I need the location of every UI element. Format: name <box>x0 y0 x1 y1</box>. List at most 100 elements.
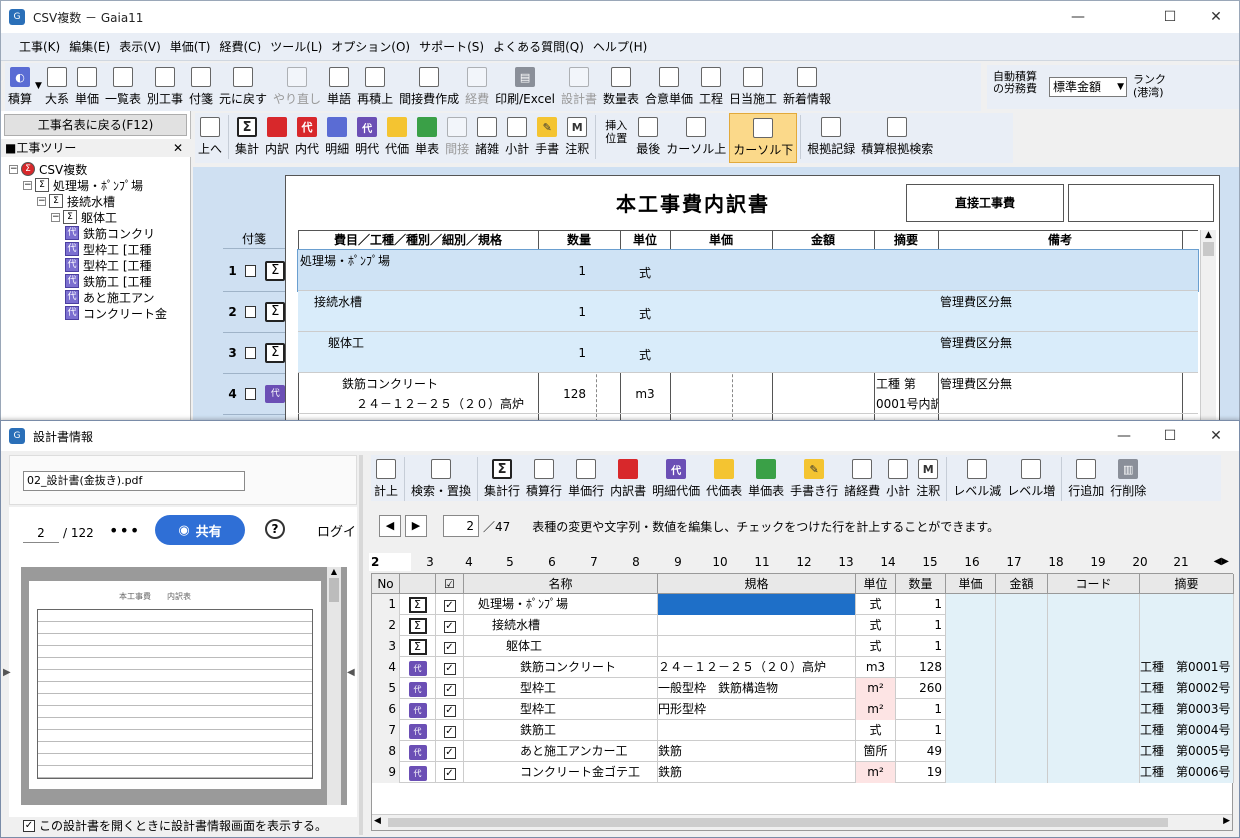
toolbar-button[interactable]: 内訳 <box>262 113 292 163</box>
grid-cell-price[interactable] <box>946 636 996 657</box>
grid-cell-icon[interactable]: 代 <box>400 741 436 762</box>
tree-node[interactable]: 代鉄筋工 [工種 <box>65 273 152 289</box>
share-button[interactable]: ◉ 共有 <box>155 515 245 545</box>
grid-cell-qty[interactable]: 1 <box>896 699 946 720</box>
close-icon[interactable]: ✕ <box>173 139 183 157</box>
tree-node[interactable]: − Σ 処理場・ﾎﾟﾝﾌﾟ場 <box>23 177 143 193</box>
show-on-open-checkbox-row[interactable]: ✓ この設計書を開くときに設計書情報画面を表示する。 <box>23 817 327 834</box>
toolbar-button[interactable]: 元に戻す <box>216 63 270 111</box>
toolbar-button[interactable]: 数量表 <box>600 63 642 111</box>
tree-node[interactable]: 代型枠工 [工種 <box>65 257 152 273</box>
toolbar-button[interactable]: Σ 集計行 <box>481 455 523 501</box>
table-row[interactable]: 2 Σ ✓ 接続水槽 式 1 <box>372 615 1234 636</box>
pdf-prev-arrow-icon[interactable]: ▶ <box>3 667 11 678</box>
grid-cell-tekiyo[interactable]: 工種 第0006号 <box>1140 762 1234 783</box>
grid-cell-icon[interactable]: 代 <box>400 720 436 741</box>
row-checkbox[interactable]: ✓ <box>443 768 456 780</box>
grid-cell-code[interactable] <box>1048 699 1140 720</box>
grid-cell-price[interactable] <box>946 678 996 699</box>
grid-cell-chk[interactable]: ✓ <box>436 741 464 762</box>
table-row[interactable]: 8 代 ✓ あと施工アンカー工 鉄筋 箇所 49 工種 第0005号 <box>372 741 1234 762</box>
dialog-close-button[interactable]: ✕ <box>1193 421 1239 451</box>
grid-cell-price[interactable] <box>946 594 996 615</box>
menu-item[interactable]: ヘルプ(H) <box>593 38 647 55</box>
row-checkbox[interactable]: ✓ <box>443 705 456 717</box>
tree-node[interactable]: − Σ 接続水槽 <box>37 193 115 209</box>
grid-cell-icon[interactable]: 代 <box>400 762 436 783</box>
grid-cell-spec[interactable]: 鉄筋 <box>658 762 856 783</box>
grid-cell-amount[interactable] <box>996 741 1048 762</box>
grid-cell-name[interactable]: あと施工アンカー工 <box>464 741 658 762</box>
toolbar-button[interactable]: 付箋 <box>186 63 216 111</box>
toolbar-button[interactable]: M 注釈 <box>913 455 943 501</box>
grid-column-header[interactable]: 金額 <box>996 574 1048 594</box>
row-checkbox[interactable] <box>244 388 257 400</box>
column-tab[interactable]: 8 <box>615 553 657 571</box>
grid-cell-unit[interactable]: 式 <box>856 636 896 657</box>
toolbar-button[interactable]: 計上 <box>371 455 401 501</box>
grid-cell-unit[interactable]: 式 <box>856 720 896 741</box>
grid-cell-name[interactable]: 型枠工 <box>464 678 658 699</box>
column-tab[interactable]: 15 <box>909 553 951 571</box>
menu-item[interactable]: 単価(T) <box>170 38 211 55</box>
grid-horizontal-scrollbar[interactable]: ◀ ▶ <box>372 814 1232 830</box>
grid-cell-name[interactable]: 接続水槽 <box>464 615 658 636</box>
grid-cell-spec[interactable] <box>658 636 856 657</box>
grid-cell-unit[interactable]: 式 <box>856 615 896 636</box>
grid-cell-qty[interactable]: 1 <box>896 594 946 615</box>
toolbar-button[interactable]: 根拠記録 <box>804 113 858 163</box>
help-icon[interactable]: ? <box>265 519 285 539</box>
grid-cell-qty[interactable]: 19 <box>896 762 946 783</box>
toolbar-button[interactable]: 新着情報 <box>780 63 834 111</box>
labor-select[interactable]: 標準金額 ▼ <box>1049 77 1127 97</box>
toolbar-button[interactable]: ✎ 手書 <box>532 113 562 163</box>
column-tab[interactable]: 13 <box>825 553 867 571</box>
tab-scroll-arrows[interactable]: ◀▶ <box>1214 553 1229 571</box>
grid-cell-code[interactable] <box>1048 720 1140 741</box>
toolbar-button[interactable]: 小計 <box>883 455 913 501</box>
grid-cell-spec[interactable]: 一般型枠 鉄筋構造物 <box>658 678 856 699</box>
toolbar-button[interactable]: カーソル上 <box>663 113 729 163</box>
grid-column-header[interactable]: 名称 <box>464 574 658 594</box>
grid-cell-chk[interactable]: ✓ <box>436 594 464 615</box>
column-tab[interactable]: 4 <box>449 553 489 571</box>
toolbar-button[interactable]: 諸雑 <box>472 113 502 163</box>
dialog-minimize-button[interactable]: — <box>1101 421 1147 451</box>
sheet-row[interactable] <box>298 332 1198 373</box>
grid-cell-tekiyo[interactable]: 工種 第0003号 <box>1140 699 1234 720</box>
grid-cell-icon[interactable]: Σ <box>400 594 436 615</box>
grid-cell-qty[interactable]: 1 <box>896 615 946 636</box>
grid-column-header[interactable] <box>400 574 436 594</box>
grid-cell-tekiyo[interactable]: 工種 第0002号 <box>1140 678 1234 699</box>
row-checkbox[interactable]: ✓ <box>443 621 456 633</box>
grid-column-header[interactable]: 規格 <box>658 574 856 594</box>
grid-cell-name[interactable]: 処理場・ﾎﾟﾝﾌﾟ場 <box>464 594 658 615</box>
grid-cell-tekiyo[interactable] <box>1140 594 1234 615</box>
toolbar-button[interactable]: 内訳書 <box>607 455 649 501</box>
column-tab[interactable]: 21 <box>1161 553 1201 571</box>
grid-column-header[interactable]: コード <box>1048 574 1140 594</box>
pdf-filename-field[interactable]: 02_設計書(金抜き).pdf <box>23 471 245 491</box>
row-checkbox[interactable] <box>244 265 257 277</box>
tree-node[interactable]: 代型枠工 [工種 <box>65 241 152 257</box>
menu-item[interactable]: サポート(S) <box>419 38 484 55</box>
toolbar-button[interactable]: 再積上 <box>354 63 396 111</box>
grid-cell-name[interactable]: 躯体工 <box>464 636 658 657</box>
sheet-row[interactable] <box>297 249 1199 292</box>
grid-cell-no[interactable]: 2 <box>372 615 400 636</box>
toolbar-button[interactable]: 諸経費 <box>841 455 883 501</box>
toolbar-button[interactable]: 間接 <box>442 113 472 163</box>
grid-cell-price[interactable] <box>946 615 996 636</box>
table-row[interactable]: 9 代 ✓ コンクリート金ゴテ工 鉄筋 m² 19 工種 第0006号 <box>372 762 1234 783</box>
row-header[interactable]: 1Σ <box>223 251 285 292</box>
grid-cell-chk[interactable]: ✓ <box>436 657 464 678</box>
grid-cell-amount[interactable] <box>996 720 1048 741</box>
toolbar-button[interactable]: レベル増 <box>1004 455 1058 501</box>
grid-cell-spec[interactable]: 円形型枠 <box>658 699 856 720</box>
grid-cell-unit[interactable]: m3 <box>856 657 896 678</box>
grid-column-header[interactable]: 単価 <box>946 574 996 594</box>
row-checkbox[interactable]: ✓ <box>443 663 456 675</box>
grid-cell-amount[interactable] <box>996 678 1048 699</box>
column-tab[interactable]: 16 <box>951 553 993 571</box>
toolbar-button[interactable]: 代明代 <box>352 113 382 163</box>
